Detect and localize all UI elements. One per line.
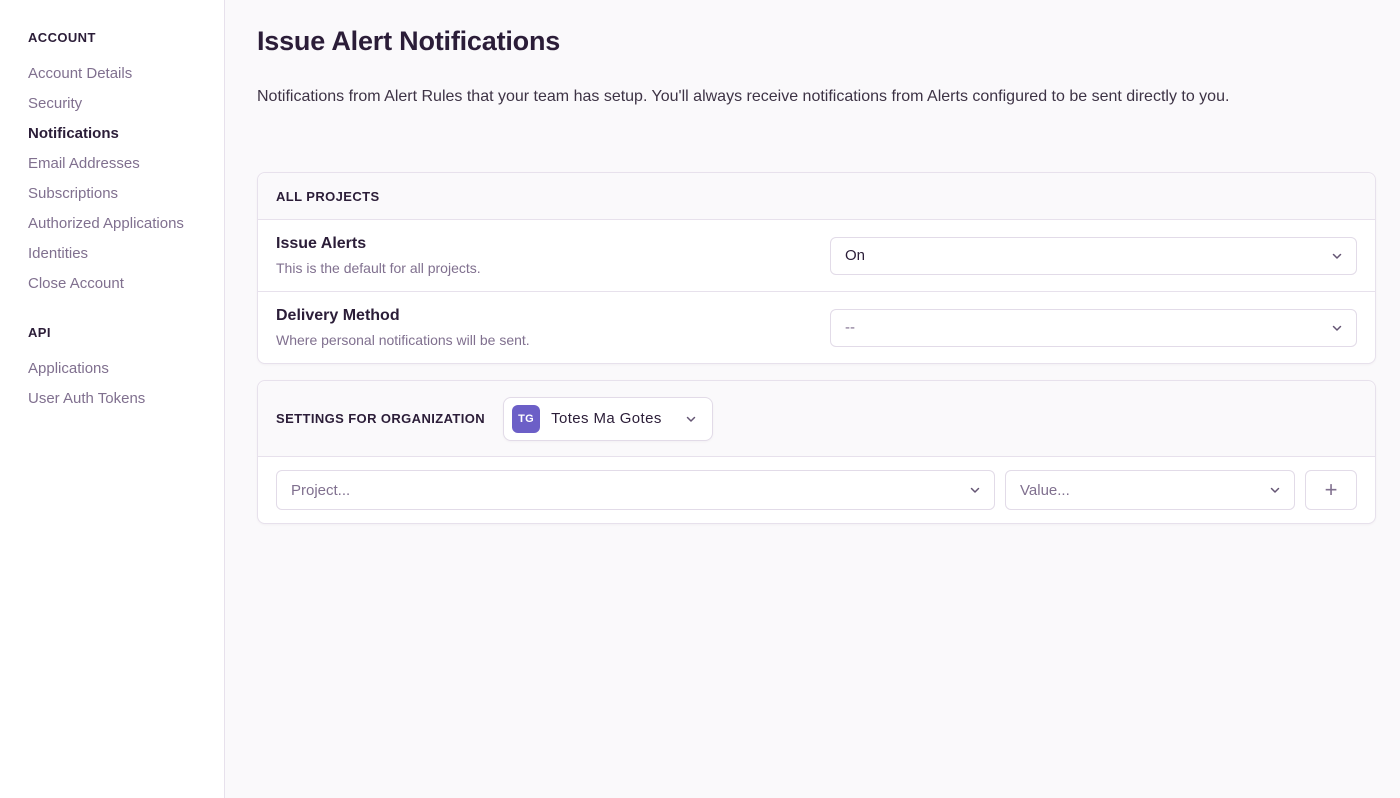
issue-alerts-description: This is the default for all projects. — [276, 260, 806, 276]
value-select[interactable]: Value... — [1005, 470, 1295, 510]
project-select[interactable]: Project... — [276, 470, 995, 510]
value-select-placeholder: Value... — [1020, 482, 1070, 499]
sidebar-section-api: API Applications User Auth Tokens — [28, 325, 208, 414]
chevron-down-icon — [1330, 321, 1344, 335]
chevron-down-icon — [1330, 249, 1344, 263]
delivery-method-label: Delivery Method — [276, 307, 806, 325]
organization-select[interactable]: TG Totes Ma Gotes — [503, 397, 713, 441]
sidebar-item-user-auth-tokens[interactable]: User Auth Tokens — [28, 384, 208, 414]
project-override-row: Project... Value... — [258, 457, 1375, 523]
sidebar-section-account-header: ACCOUNT — [28, 30, 208, 45]
delivery-method-select-value: -- — [845, 319, 855, 336]
issue-alerts-text: Issue Alerts This is the default for all… — [276, 235, 830, 276]
issue-alerts-select[interactable]: On — [830, 237, 1357, 275]
settings-page: ACCOUNT Account Details Security Notific… — [0, 0, 1400, 798]
project-select-placeholder: Project... — [291, 482, 350, 499]
sidebar-item-email-addresses[interactable]: Email Addresses — [28, 149, 208, 179]
sidebar-item-applications[interactable]: Applications — [28, 354, 208, 384]
sidebar-item-close-account[interactable]: Close Account — [28, 269, 208, 299]
chevron-down-icon — [684, 412, 698, 426]
sidebar-item-notifications[interactable]: Notifications — [28, 119, 208, 149]
organization-panel-header: SETTINGS FOR ORGANIZATION TG Totes Ma Go… — [258, 381, 1375, 457]
add-override-button[interactable]: + — [1305, 470, 1357, 510]
plus-icon: + — [1325, 479, 1338, 501]
sidebar-item-subscriptions[interactable]: Subscriptions — [28, 179, 208, 209]
main-content: Issue Alert Notifications Notifications … — [225, 0, 1400, 798]
organization-panel-header-label: SETTINGS FOR ORGANIZATION — [276, 411, 485, 426]
settings-sidebar: ACCOUNT Account Details Security Notific… — [0, 0, 225, 798]
chevron-down-icon — [968, 483, 982, 497]
sidebar-item-identities[interactable]: Identities — [28, 239, 208, 269]
sidebar-item-authorized-applications[interactable]: Authorized Applications — [28, 209, 208, 239]
delivery-method-text: Delivery Method Where personal notificat… — [276, 307, 830, 348]
chevron-down-icon — [1268, 483, 1282, 497]
organization-name: Totes Ma Gotes — [551, 410, 662, 427]
issue-alerts-row: Issue Alerts This is the default for all… — [258, 220, 1375, 292]
all-projects-panel: ALL PROJECTS Issue Alerts This is the de… — [257, 172, 1376, 364]
sidebar-section-account: ACCOUNT Account Details Security Notific… — [28, 30, 208, 299]
page-title: Issue Alert Notifications — [257, 24, 1376, 58]
issue-alerts-label: Issue Alerts — [276, 235, 806, 253]
delivery-method-description: Where personal notifications will be sen… — [276, 332, 806, 348]
page-description: Notifications from Alert Rules that your… — [257, 86, 1376, 108]
sidebar-section-api-header: API — [28, 325, 208, 340]
delivery-method-row: Delivery Method Where personal notificat… — [258, 292, 1375, 363]
delivery-method-select[interactable]: -- — [830, 309, 1357, 347]
issue-alerts-select-value: On — [845, 247, 865, 264]
all-projects-panel-header: ALL PROJECTS — [258, 173, 1375, 220]
organization-settings-panel: SETTINGS FOR ORGANIZATION TG Totes Ma Go… — [257, 380, 1376, 524]
organization-avatar: TG — [512, 405, 540, 433]
sidebar-item-account-details[interactable]: Account Details — [28, 59, 208, 89]
sidebar-item-security[interactable]: Security — [28, 89, 208, 119]
